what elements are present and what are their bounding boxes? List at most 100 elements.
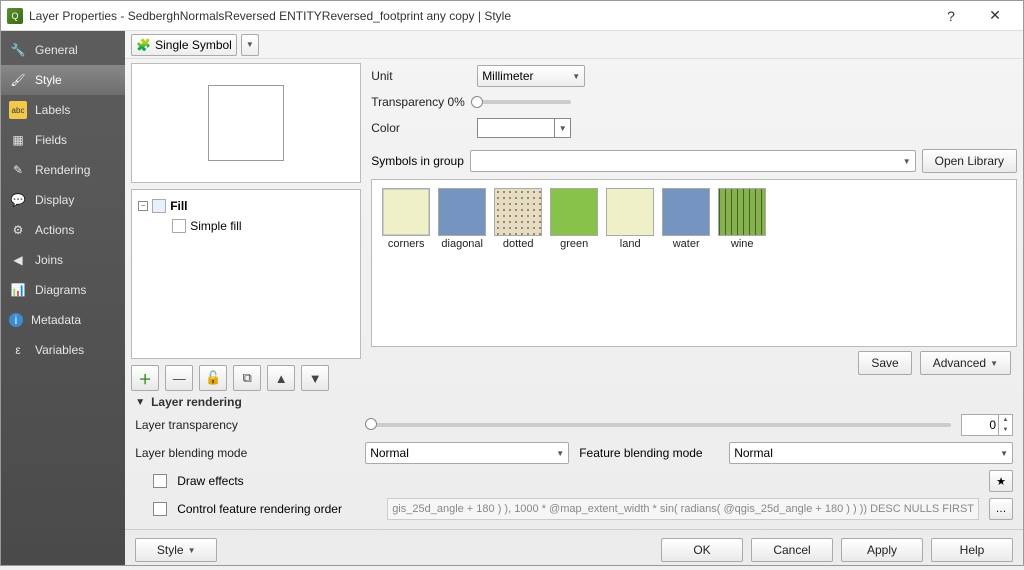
draw-effects-checkbox[interactable] xyxy=(153,474,167,488)
symbol-swatch xyxy=(382,188,430,236)
spinner-up[interactable]: ▲ xyxy=(999,415,1012,425)
symbol-item[interactable]: green xyxy=(548,188,600,338)
tree-swatch-icon xyxy=(152,199,166,213)
apply-button[interactable]: Apply xyxy=(841,538,923,562)
titlebar: Q Layer Properties - SedberghNormalsReve… xyxy=(1,1,1023,31)
renderer-type-split-arrow[interactable]: ▼ xyxy=(241,34,259,56)
tree-item-simple-fill[interactable]: Simple fill xyxy=(136,216,356,236)
renderer-type-dropdown[interactable]: 🧩 Single Symbol xyxy=(131,34,237,56)
cancel-button[interactable]: Cancel xyxy=(751,538,833,562)
sidebar-item-label: Metadata xyxy=(31,313,81,327)
sidebar-item-rendering[interactable]: ✎ Rendering xyxy=(1,155,125,185)
order-expression-field[interactable]: gis_25d_angle + 180 ) ), 1000 * @map_ext… xyxy=(387,498,979,520)
sidebar-item-style[interactable]: 🖌Style xyxy=(1,65,125,95)
window-title: Layer Properties - SedberghNormalsRevers… xyxy=(29,9,929,23)
symbol-item[interactable]: diagonal xyxy=(436,188,488,338)
move-down-button[interactable]: ▼ xyxy=(301,365,329,391)
chevron-down-icon[interactable]: ▼ xyxy=(554,119,570,137)
renderer-type-label: Single Symbol xyxy=(155,38,232,52)
info-icon: i xyxy=(9,313,23,327)
epsilon-icon: ε xyxy=(9,341,27,359)
sidebar-item-joins[interactable]: ◀Joins xyxy=(1,245,125,275)
lock-layer-button[interactable]: 🔓 xyxy=(199,365,227,391)
sidebar-item-general[interactable]: 🔧General xyxy=(1,35,125,65)
sidebar-item-display[interactable]: 💬Display xyxy=(1,185,125,215)
unit-dropdown[interactable]: Millimeter ▼ xyxy=(477,65,585,87)
open-library-button[interactable]: Open Library xyxy=(922,149,1017,173)
save-symbol-button[interactable]: Save xyxy=(858,351,911,375)
speech-icon: 💬 xyxy=(9,191,27,209)
sidebar-item-diagrams[interactable]: 📊Diagrams xyxy=(1,275,125,305)
sidebar-item-variables[interactable]: ε Variables xyxy=(1,335,125,365)
symbol-item[interactable]: dotted xyxy=(492,188,544,338)
control-order-checkbox[interactable] xyxy=(153,502,167,516)
symbol-item[interactable]: water xyxy=(660,188,712,338)
symbol-item-label: dotted xyxy=(492,238,544,250)
symbol-item[interactable]: corners xyxy=(380,188,432,338)
order-expression-button[interactable]: … xyxy=(989,498,1013,520)
triangle-down-icon: ▼ xyxy=(135,397,145,408)
chevron-down-icon: ▼ xyxy=(1000,449,1008,458)
unit-value: Millimeter xyxy=(482,69,533,83)
symbol-swatch xyxy=(494,188,542,236)
transparency-label: Transparency 0% xyxy=(371,95,465,109)
sidebar-item-label: Fields xyxy=(35,133,67,147)
layer-blend-dropdown[interactable]: Normal▼ xyxy=(365,442,569,464)
symbols-group-dropdown[interactable]: ▼ xyxy=(470,150,916,172)
spinner-down[interactable]: ▼ xyxy=(999,425,1012,435)
chart-icon: 📊 xyxy=(9,281,27,299)
tree-item-label: Simple fill xyxy=(190,219,241,233)
slider-thumb[interactable] xyxy=(471,96,483,108)
brush-icon: 🖌 xyxy=(9,71,27,89)
symbols-in-group-label: Symbols in group xyxy=(371,154,464,168)
chevron-down-icon: ▼ xyxy=(572,72,580,81)
symbol-item-label: wine xyxy=(716,238,768,250)
layer-transparency-spinner[interactable]: 0 ▲▼ xyxy=(961,414,1013,436)
ok-button[interactable]: OK xyxy=(661,538,743,562)
symbol-list[interactable]: corners diagonal dotted green land water… xyxy=(371,179,1017,347)
symbol-swatch xyxy=(606,188,654,236)
symbol-swatch xyxy=(718,188,766,236)
help-button[interactable]: Help xyxy=(931,538,1013,562)
help-button[interactable]: ? xyxy=(929,8,973,24)
chevron-down-icon: ▼ xyxy=(188,546,196,555)
symbol-item-label: diagonal xyxy=(436,238,488,250)
sidebar-item-label: Joins xyxy=(35,253,63,267)
layer-transparency-label: Layer transparency xyxy=(135,418,355,432)
tree-collapse-icon[interactable]: − xyxy=(138,201,148,211)
section-title: Layer rendering xyxy=(151,395,242,409)
symbol-item[interactable]: land xyxy=(604,188,656,338)
symbol-swatch xyxy=(438,188,486,236)
layer-rendering-header[interactable]: ▼ Layer rendering xyxy=(125,395,1023,409)
duplicate-layer-button[interactable]: ⧉ xyxy=(233,365,261,391)
sidebar-item-metadata[interactable]: i Metadata xyxy=(1,305,125,335)
transparency-slider[interactable] xyxy=(471,100,571,104)
sidebar-item-label: Rendering xyxy=(35,163,90,177)
remove-layer-button[interactable]: — xyxy=(165,365,193,391)
tree-item-fill[interactable]: − Fill xyxy=(136,196,356,216)
sidebar-item-actions[interactable]: ⚙Actions xyxy=(1,215,125,245)
puzzle-icon: 🧩 xyxy=(136,38,151,52)
feature-blend-dropdown[interactable]: Normal▼ xyxy=(729,442,1013,464)
symbol-item[interactable]: wine xyxy=(716,188,768,338)
style-menu-button[interactable]: Style▼ xyxy=(135,538,217,562)
draw-effects-config-button[interactable]: ★ xyxy=(989,470,1013,492)
add-layer-button[interactable]: ＋ xyxy=(131,365,159,391)
sidebar-item-label: Actions xyxy=(35,223,74,237)
advanced-menu-button[interactable]: Advanced▼ xyxy=(920,351,1011,375)
slider-thumb[interactable] xyxy=(365,418,377,430)
layer-transparency-slider[interactable] xyxy=(365,423,951,427)
sidebar-item-labels[interactable]: abcLabels xyxy=(1,95,125,125)
color-picker-button[interactable]: ▼ xyxy=(477,118,571,138)
sidebar-item-label: Variables xyxy=(35,343,84,357)
qgis-icon: Q xyxy=(7,8,23,24)
spinner-value: 0 xyxy=(962,415,998,435)
symbol-layer-tree[interactable]: − Fill Simple fill xyxy=(131,189,361,359)
symbol-swatch xyxy=(662,188,710,236)
sidebar-item-fields[interactable]: ▦Fields xyxy=(1,125,125,155)
sidebar: 🔧General 🖌Style abcLabels ▦Fields ✎ Rende… xyxy=(1,31,125,565)
move-up-button[interactable]: ▲ xyxy=(267,365,295,391)
close-button[interactable]: ✕ xyxy=(973,7,1017,24)
pen-icon: ✎ xyxy=(9,161,27,179)
symbol-item-label: water xyxy=(660,238,712,250)
